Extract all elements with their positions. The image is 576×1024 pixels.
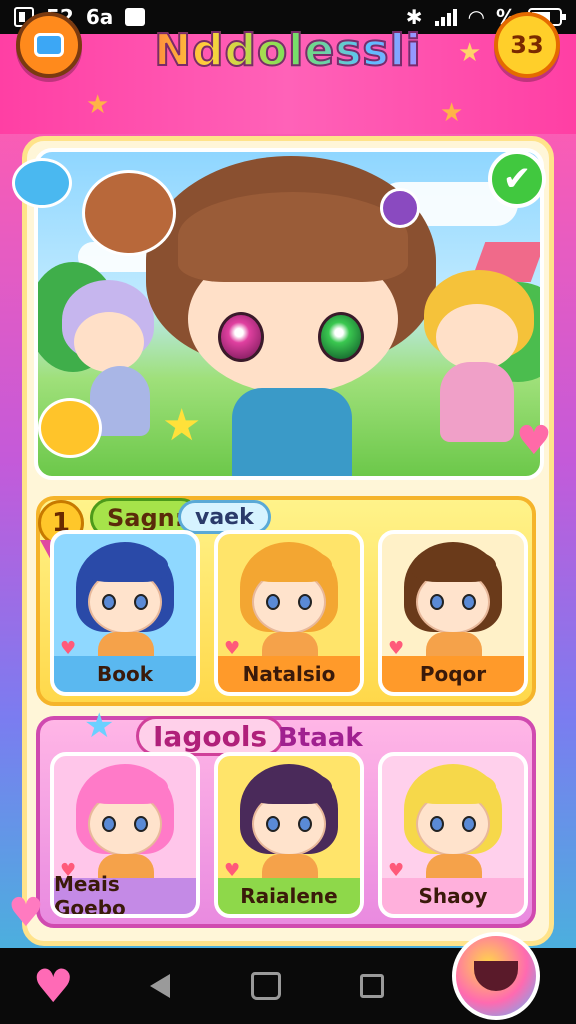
smile-sticker — [38, 398, 102, 458]
coin-counter[interactable]: 33 — [494, 12, 560, 78]
character-card[interactable]: ♥ Raialene — [214, 752, 364, 918]
side-character-right-face — [436, 304, 518, 370]
mascot-face-icon — [474, 961, 518, 991]
home-icon — [250, 972, 281, 1000]
game-title: Nddolessli — [130, 20, 446, 80]
heart-sticker — [12, 158, 72, 208]
coin-count: 33 — [510, 31, 544, 59]
menu-button[interactable] — [16, 12, 82, 78]
star-icon: ★ — [84, 706, 115, 746]
mascot-button[interactable] — [452, 932, 540, 1020]
side-character-right-body — [440, 362, 514, 442]
heart-icon: ♥ — [516, 418, 552, 464]
menu-icon — [34, 33, 64, 57]
star-icon: ★ — [458, 38, 482, 68]
character-eye — [462, 816, 476, 832]
berry-sticker — [380, 188, 420, 228]
character-name-label: Natalsio — [218, 656, 360, 692]
character-eye — [298, 816, 312, 832]
recent-apps-icon — [360, 974, 385, 998]
hero-character-body — [232, 388, 352, 476]
character-bangs — [84, 548, 168, 582]
character-portrait: ♥ — [382, 534, 524, 666]
character-bangs — [248, 548, 332, 582]
character-portrait: ♥ — [54, 756, 196, 888]
heart-cloud-icon: ♥ — [32, 959, 74, 1013]
character-eye — [266, 594, 280, 610]
character-eye — [430, 816, 444, 832]
character-bangs — [248, 770, 332, 804]
character-bangs — [412, 770, 496, 804]
star-icon: ★ — [86, 90, 110, 120]
character-card[interactable]: ♥ Poqor — [378, 530, 528, 696]
character-eye — [462, 594, 476, 610]
character-portrait: ♥ — [382, 756, 524, 888]
hero-right-eye — [318, 312, 364, 362]
character-card[interactable]: ♥ Shaoy — [378, 752, 528, 918]
character-name-label: Book — [54, 656, 196, 692]
hero-left-eye — [218, 312, 264, 362]
character-name-label: Poqor — [382, 656, 524, 692]
back-button[interactable] — [138, 964, 182, 1008]
character-eye — [134, 816, 148, 832]
wifi-icon: ◠ — [468, 5, 484, 29]
character-eye — [102, 594, 116, 610]
section-1-speech-tag[interactable]: vaek — [178, 500, 271, 534]
heart-icon: ♥ — [8, 890, 44, 936]
hero-scene[interactable]: ★ — [34, 148, 544, 480]
status-carrier: 6a — [85, 5, 114, 29]
confirm-button[interactable]: ✔ — [488, 150, 546, 208]
character-portrait: ♥ — [54, 534, 196, 666]
character-bangs — [412, 548, 496, 582]
character-portrait: ♥ — [218, 756, 360, 888]
check-icon: ✔ — [502, 159, 532, 199]
character-card[interactable]: ♥ Meais Goebo — [50, 752, 200, 918]
character-eye — [298, 594, 312, 610]
section-2-tag[interactable]: Iagools — [136, 716, 285, 756]
character-bangs — [84, 770, 168, 804]
character-name-label: Meais Goebo — [54, 872, 196, 914]
smiling-cookie-sticker — [82, 170, 176, 256]
hero-character-bangs — [178, 192, 408, 282]
character-eye — [430, 594, 444, 610]
home-button[interactable] — [244, 964, 288, 1008]
side-character-left-face — [74, 312, 144, 372]
character-portrait: ♥ — [218, 534, 360, 666]
star-icon: ★ — [162, 400, 202, 451]
character-name-label: Raialene — [218, 878, 360, 914]
character-eye — [102, 816, 116, 832]
character-card[interactable]: ♥ Natalsio — [214, 530, 364, 696]
character-card[interactable]: ♥ Book — [50, 530, 200, 696]
recent-apps-button[interactable] — [350, 964, 394, 1008]
back-icon — [149, 974, 170, 998]
character-eye — [134, 594, 148, 610]
sticker-button[interactable]: ♥ — [31, 959, 75, 1013]
star-icon: ★ — [440, 98, 464, 128]
character-eye — [266, 816, 280, 832]
character-name-label: Shaoy — [382, 878, 524, 914]
